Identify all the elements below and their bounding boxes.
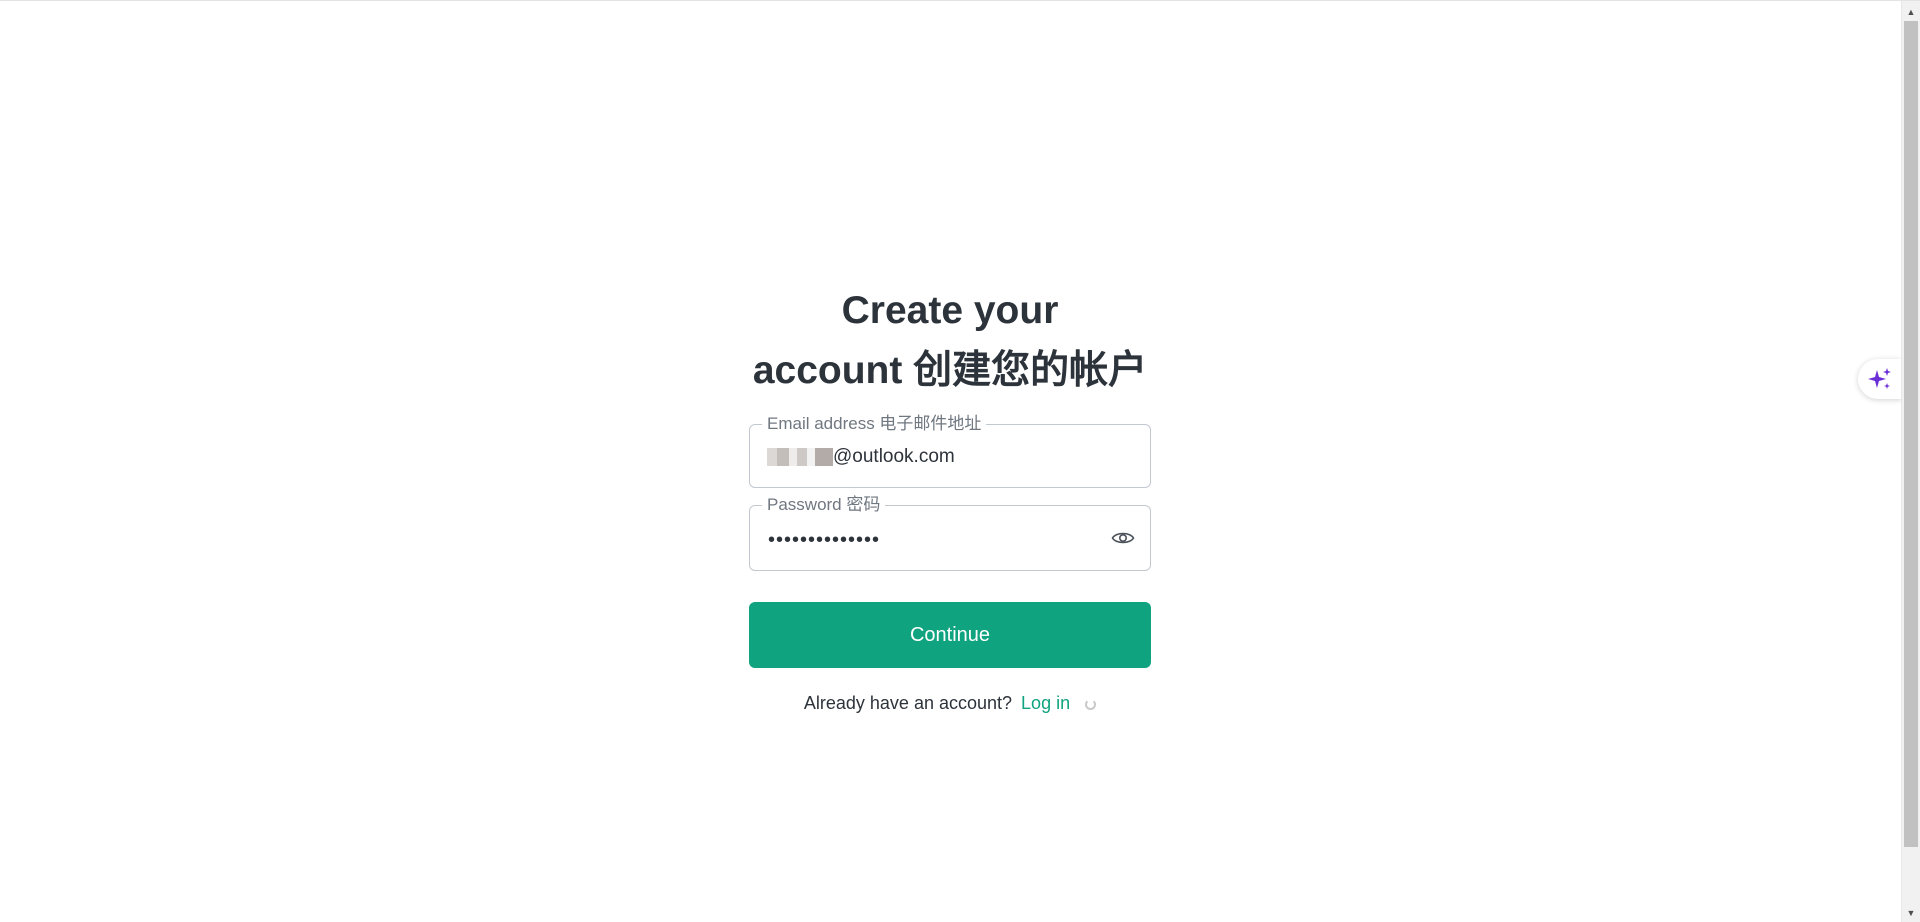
password-field[interactable]: Password 密码 •••••••••••••• (749, 495, 1151, 571)
vertical-scrollbar[interactable]: ▲ ▼ (1901, 1, 1920, 922)
loading-spinner-icon (1085, 699, 1097, 710)
sparkle-icon (1868, 368, 1891, 389)
login-prompt-text: Already have an account? (803, 693, 1013, 713)
login-prompt-row: Already have an account? Log in (749, 691, 1151, 715)
email-field-label: Email address 电子邮件地址 (762, 414, 987, 434)
page-title-line1: Create your (841, 289, 1059, 332)
continue-button[interactable]: Continue (749, 602, 1151, 668)
scrollbar-thumb[interactable] (1904, 21, 1918, 847)
email-domain: @outlook.com (833, 446, 955, 467)
show-password-button[interactable] (1110, 527, 1136, 549)
password-masked-value[interactable]: •••••••••••••• (768, 528, 880, 552)
login-link[interactable]: Log in (1021, 693, 1070, 713)
eye-icon (1111, 532, 1135, 544)
signup-page: Create your account 创建您的帐户 Email address… (0, 0, 1920, 922)
scroll-up-arrow-icon[interactable]: ▲ (1902, 3, 1920, 20)
email-field[interactable]: Email address 电子邮件地址 @outlook.com (749, 414, 1151, 488)
scroll-down-arrow-icon[interactable]: ▼ (1902, 904, 1920, 921)
email-field-value[interactable]: @outlook.com (767, 445, 955, 469)
ai-assistant-button[interactable] (1858, 359, 1902, 399)
page-title: Create your account 创建您的帐户 (749, 281, 1151, 401)
password-field-label: Password 密码 (762, 495, 886, 515)
email-redacted-handle (767, 448, 833, 466)
page-title-line2: account 创建您的帐户 (752, 349, 1148, 392)
signup-card: Create your account 创建您的帐户 Email address… (749, 281, 1151, 713)
